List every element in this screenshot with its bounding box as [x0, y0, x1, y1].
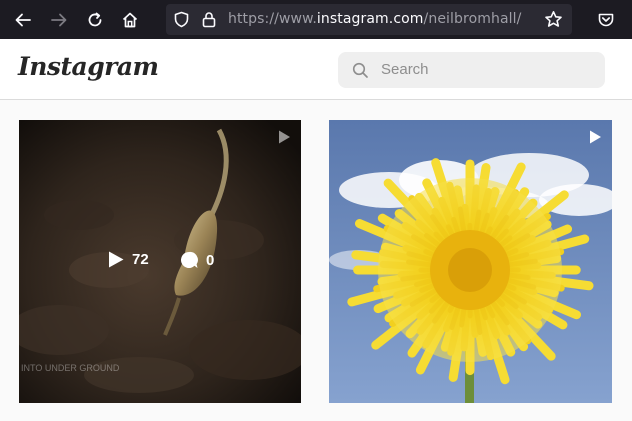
instagram-logo[interactable]: Instagram — [18, 52, 159, 81]
bookmark-star-icon[interactable] — [544, 10, 563, 29]
search-input[interactable]: Search — [338, 52, 605, 88]
arrow-right-icon — [51, 13, 67, 27]
shield-icon[interactable] — [173, 11, 190, 28]
comment-bubble-icon — [180, 251, 198, 268]
instagram-header: Instagram Search — [0, 39, 632, 100]
forward-button[interactable] — [47, 8, 71, 32]
post-tile[interactable]: INTO UNDER GROUND 72 0 — [19, 120, 301, 403]
comments-count: 0 — [179, 250, 214, 270]
video-watermark: INTO UNDER GROUND — [21, 363, 120, 373]
url-text[interactable]: https://www.instagram.com/neilbromhall/ — [228, 11, 521, 27]
address-bar[interactable]: https://www.instagram.com/neilbromhall/ — [166, 4, 572, 35]
lock-icon[interactable] — [201, 11, 217, 28]
pocket-icon — [598, 13, 614, 27]
home-button[interactable] — [118, 8, 142, 32]
reload-button[interactable] — [83, 8, 107, 32]
plays-count: 72 — [107, 250, 149, 269]
arrow-left-icon — [15, 13, 31, 27]
reload-icon — [88, 12, 102, 27]
home-icon — [122, 12, 138, 28]
browser-toolbar: https://www.instagram.com/neilbromhall/ — [0, 0, 632, 39]
seedling-thumbnail — [19, 120, 301, 403]
pocket-button[interactable] — [594, 8, 618, 32]
video-play-icon — [279, 130, 290, 144]
video-play-icon — [590, 130, 601, 144]
back-button[interactable] — [11, 8, 35, 32]
post-tile[interactable] — [329, 120, 612, 403]
search-icon — [352, 62, 368, 78]
dandelion-thumbnail — [329, 120, 612, 403]
search-placeholder[interactable]: Search — [381, 61, 429, 78]
play-icon — [109, 251, 124, 268]
